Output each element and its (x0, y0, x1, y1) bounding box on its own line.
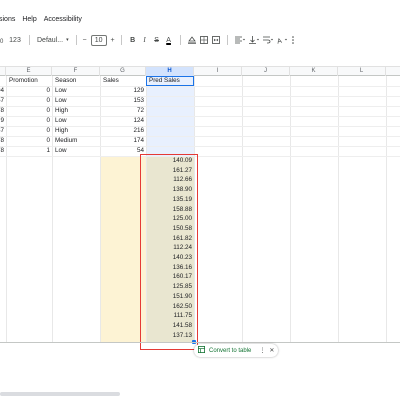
convert-to-table-chip: Convert to table ⋮ ✕ (194, 344, 279, 357)
convert-to-table-button[interactable]: Convert to table (209, 348, 251, 354)
font-family-value: Defaul... (37, 36, 64, 44)
cell-season[interactable]: Low (55, 116, 99, 126)
column-header-e[interactable]: E (6, 67, 52, 76)
cell-sales[interactable]: 72 (100, 106, 144, 116)
cell-d[interactable]: 4.9 (0, 116, 4, 126)
cell-promotion[interactable]: 0 (6, 96, 50, 106)
column-header-j[interactable]: J (242, 67, 290, 76)
more-vert-icon[interactable]: ⋮ (259, 347, 265, 354)
cell-sales[interactable]: 124 (100, 116, 144, 126)
column-header-k[interactable]: K (290, 67, 338, 76)
svg-text:A: A (277, 38, 283, 44)
vertical-align-icon[interactable] (247, 33, 261, 47)
cell-d[interactable]: 37 (0, 126, 4, 136)
red-highlight-box (140, 154, 198, 350)
cell-sales[interactable]: 153 (100, 96, 144, 106)
row-divider (0, 156, 400, 157)
more-options-icon[interactable] (289, 33, 297, 47)
cell-season[interactable]: High (55, 106, 99, 116)
svg-text:0: 0 (0, 39, 4, 44)
borders-icon[interactable] (198, 33, 210, 47)
cell-season[interactable]: Low (55, 96, 99, 106)
horizontal-scrollbar[interactable] (0, 392, 120, 396)
font-family-select[interactable]: Defaul... ▾ (35, 33, 71, 47)
cell-d[interactable]: 78 (0, 146, 4, 156)
cell-promotion[interactable]: 0 (6, 86, 50, 96)
table-icon (198, 346, 205, 355)
fill-color-icon[interactable] (186, 33, 198, 47)
cell-d[interactable]: 94 (0, 86, 4, 96)
header-season[interactable]: Season (55, 76, 99, 86)
divider (29, 35, 30, 45)
cell-sales[interactable]: 54 (100, 146, 144, 156)
cell-season[interactable]: Low (55, 86, 99, 96)
sheet-bottom-edge (0, 342, 400, 343)
italic-button[interactable]: I (139, 33, 151, 47)
column-header-h[interactable]: H (146, 67, 194, 76)
column-header-g[interactable]: G (100, 67, 146, 76)
cell-promotion[interactable]: 0 (6, 106, 50, 116)
cell-season[interactable]: Low (55, 146, 99, 156)
column-header[interactable] (386, 67, 400, 76)
chevron-down-icon: ▾ (66, 37, 69, 43)
header-sales[interactable]: Sales (103, 76, 145, 86)
cell-season[interactable]: Medium (55, 136, 99, 146)
header-promotion[interactable]: Promotion (9, 76, 51, 86)
divider (226, 35, 228, 45)
column-header-f[interactable]: F (52, 67, 100, 76)
cell-d[interactable]: 78 (0, 106, 4, 116)
column-header-row: E F G H I J K L (0, 66, 400, 76)
strikethrough-button[interactable]: S (151, 33, 163, 47)
close-icon[interactable]: ✕ (269, 347, 274, 354)
column-header-l[interactable]: L (338, 67, 386, 76)
font-size-decrease-button[interactable]: − (82, 33, 88, 47)
merge-cells-icon[interactable] (210, 33, 222, 47)
divider (120, 35, 122, 45)
menu-bar: sions Help Accessibility (0, 14, 82, 26)
text-rotation-icon[interactable]: A (275, 33, 289, 47)
toolbar: 0 123 Defaul... ▾ − 10 + B I S A A (0, 32, 400, 48)
menu-extensions[interactable]: sions (0, 14, 15, 26)
cell-season[interactable]: High (55, 126, 99, 136)
cell-promotion[interactable]: 1 (6, 146, 50, 156)
font-size-increase-button[interactable]: + (110, 33, 116, 47)
cell-d[interactable]: 57 (0, 96, 4, 106)
menu-accessibility[interactable]: Accessibility (44, 14, 82, 26)
divider (179, 35, 181, 45)
cell-d[interactable]: 78 (0, 136, 4, 146)
cell-promotion[interactable]: 0 (6, 126, 50, 136)
cell-promotion[interactable]: 0 (6, 116, 50, 126)
cell-sales[interactable]: 129 (100, 86, 144, 96)
more-formats-button[interactable]: 123 (6, 33, 24, 47)
text-wrap-icon[interactable] (261, 33, 275, 47)
active-cell-border (146, 76, 194, 86)
bold-button[interactable]: B (127, 33, 139, 47)
divider (75, 35, 77, 45)
cell-sales[interactable]: 216 (100, 126, 144, 136)
font-size-input[interactable]: 10 (90, 34, 107, 46)
text-color-button[interactable]: A (163, 33, 175, 47)
cell-promotion[interactable]: 0 (6, 136, 50, 146)
menu-help[interactable]: Help (22, 14, 36, 26)
cell-sales[interactable]: 174 (100, 136, 144, 146)
horizontal-align-icon[interactable] (233, 33, 247, 47)
column-header-i[interactable]: I (194, 67, 242, 76)
